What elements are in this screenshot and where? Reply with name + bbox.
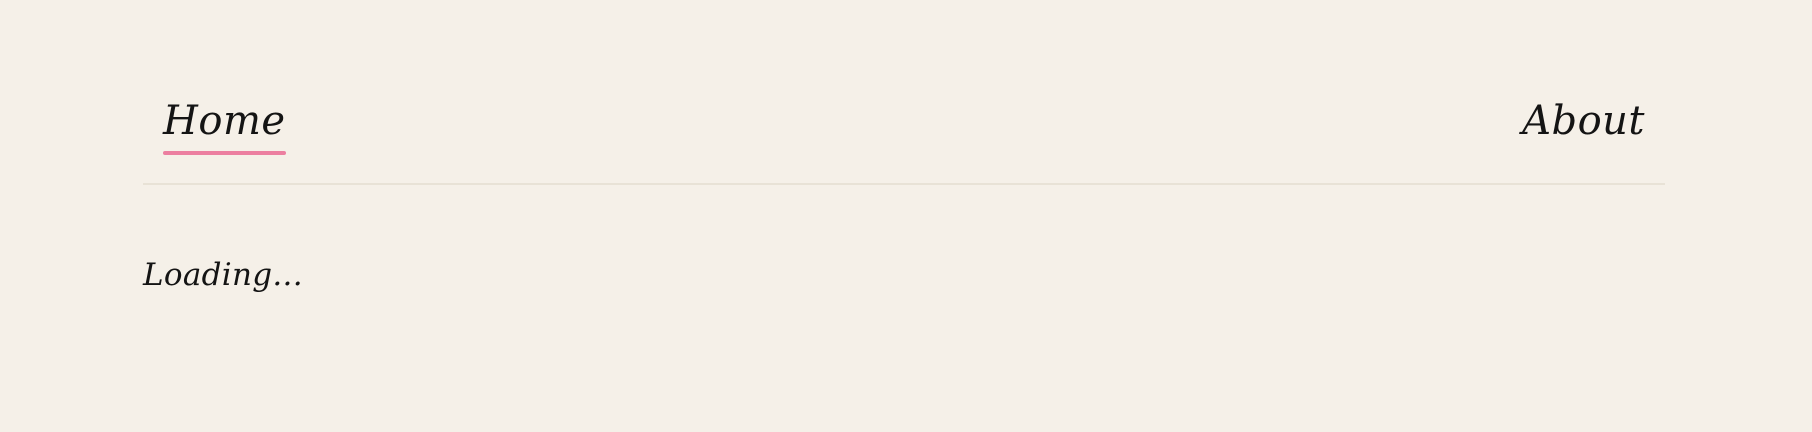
nav-link-about-label: About bbox=[1522, 98, 1645, 144]
page: Home About Loading... bbox=[0, 0, 1812, 432]
top-navigation: Home About bbox=[143, 0, 1665, 185]
loading-status-text: Loading... bbox=[143, 257, 303, 293]
nav-link-home[interactable]: Home bbox=[163, 95, 286, 155]
active-nav-underline bbox=[163, 151, 286, 155]
nav-link-home-label: Home bbox=[163, 98, 286, 144]
nav-link-about[interactable]: About bbox=[1522, 95, 1645, 147]
